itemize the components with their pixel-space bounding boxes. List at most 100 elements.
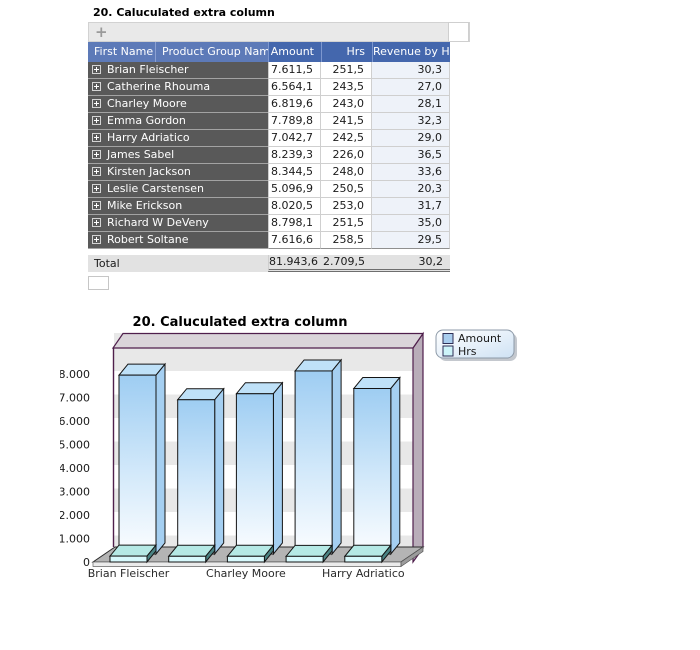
chart-title: 20. Caluculated extra column (133, 315, 348, 330)
expand-row-button[interactable] (92, 218, 101, 227)
page: 20. Caluculated extra column + First Nam… (0, 0, 700, 650)
revenue-cell: 29,5 (372, 232, 450, 249)
y-tick-label: 3.000 (60, 486, 90, 499)
legend-hrs-marker (443, 346, 453, 356)
x-tick-label: Harry Adriatico (322, 567, 405, 580)
column-header-revenue[interactable]: Revenue by Hour (372, 42, 450, 62)
add-column-button[interactable]: + (95, 23, 108, 41)
amount-cell: 5.096,9 (268, 181, 321, 198)
revenue-cell: 31,7 (372, 198, 450, 215)
revenue-cell: 28,1 (372, 96, 450, 113)
table-row: Leslie Carstensen5.096,9250,520,3 (88, 181, 450, 198)
revenue-cell: 29,0 (372, 130, 450, 147)
row-label-cell[interactable]: Kirsten Jackson (88, 164, 268, 181)
amount-cell: 6.819,6 (268, 96, 321, 113)
toolbar-empty-cell (448, 22, 469, 42)
row-label-cell[interactable]: James Sabel (88, 147, 268, 164)
amount-cell: 7.789,8 (268, 113, 321, 130)
table-row: Kirsten Jackson8.344,5248,033,6 (88, 164, 450, 181)
total-row: Total 81.943,6 2.709,5 30,2 (88, 255, 450, 272)
expand-row-button[interactable] (92, 116, 101, 125)
hrs-bar (169, 556, 206, 562)
expand-row-button[interactable] (92, 99, 101, 108)
pager-empty-box (88, 276, 109, 290)
hrs-cell: 248,0 (321, 164, 372, 181)
y-tick-label: 4.000 (60, 462, 90, 475)
revenue-cell: 27,0 (372, 79, 450, 96)
hrs-cell: 251,5 (321, 62, 372, 79)
amount-cell: 6.564,1 (268, 79, 321, 96)
expand-row-button[interactable] (92, 235, 101, 244)
chart-floor-front (93, 562, 401, 567)
legend-amount-label: Amount (458, 332, 502, 345)
revenue-cell: 33,6 (372, 164, 450, 181)
row-label-cell[interactable]: Catherine Rhouma (88, 79, 268, 96)
table-row: Harry Adriatico7.042,7242,529,0 (88, 130, 450, 147)
amount-cell: 8.239,3 (268, 147, 321, 164)
amount-cell: 7.042,7 (268, 130, 321, 147)
legend-hrs-label: Hrs (458, 345, 477, 358)
column-header-amount[interactable]: Amount (268, 42, 321, 62)
expand-row-button[interactable] (92, 133, 101, 142)
amount-cell: 8.020,5 (268, 198, 321, 215)
expand-row-button[interactable] (92, 65, 101, 74)
table-row: Brian Fleischer7.611,5251,530,3 (88, 62, 450, 79)
amount-bar-side (215, 389, 224, 554)
revenue-cell: 35,0 (372, 215, 450, 232)
amount-bar (236, 394, 273, 554)
hrs-cell: 250,5 (321, 181, 372, 198)
amount-bar-side (156, 364, 165, 554)
row-label-cell[interactable]: Harry Adriatico (88, 130, 268, 147)
row-label-cell[interactable]: Emma Gordon (88, 113, 268, 130)
column-header-first-name[interactable]: First Name (88, 42, 156, 62)
table-row: Robert Soltane7.616,6258,529,5 (88, 232, 450, 249)
revenue-cell: 30,3 (372, 62, 450, 79)
legend-amount-marker (443, 334, 453, 344)
expand-row-button[interactable] (92, 201, 101, 210)
amount-bar (119, 375, 156, 554)
row-label-cell[interactable]: Leslie Carstensen (88, 181, 268, 198)
column-header-product-group[interactable]: Product Group Name (156, 42, 268, 62)
table-toolbar: + (88, 22, 470, 42)
hrs-bar (286, 556, 323, 562)
total-label: Total (88, 255, 268, 272)
hrs-cell: 241,5 (321, 113, 372, 130)
hrs-bar (110, 556, 147, 562)
total-hrs-cell: 2.709,5 (321, 255, 372, 272)
pivot-table: + First Name Product Group Name Amount H… (88, 22, 471, 290)
amount-cell: 8.798,1 (268, 215, 321, 232)
row-label-cell[interactable]: Mike Erickson (88, 198, 268, 215)
table-header: First Name Product Group Name Amount Hrs… (88, 42, 450, 62)
amount-cell: 8.344,5 (268, 164, 321, 181)
hrs-bar (345, 556, 382, 562)
table-title: 20. Caluculated extra column (93, 6, 275, 19)
table-body: Brian Fleischer7.611,5251,530,3Catherine… (88, 62, 471, 249)
hrs-cell: 253,0 (321, 198, 372, 215)
row-label-cell[interactable]: Robert Soltane (88, 232, 268, 249)
table-row: Charley Moore6.819,6243,028,1 (88, 96, 450, 113)
total-amount-cell: 81.943,6 (268, 255, 321, 272)
amount-bar (178, 400, 215, 554)
hrs-cell: 258,5 (321, 232, 372, 249)
y-tick-label: 6.000 (60, 415, 90, 428)
amount-bar (295, 371, 332, 554)
table-row: Emma Gordon7.789,8241,532,3 (88, 113, 450, 130)
x-tick-label: Brian Fleischer (88, 567, 170, 580)
y-tick-label: 7.000 (60, 392, 90, 405)
chart-right-wall (413, 334, 423, 563)
amount-bar-side (391, 377, 400, 554)
table-row: Mike Erickson8.020,5253,031,7 (88, 198, 450, 215)
expand-row-button[interactable] (92, 167, 101, 176)
row-label-cell[interactable]: Charley Moore (88, 96, 268, 113)
expand-row-button[interactable] (92, 82, 101, 91)
y-tick-label: 5.000 (60, 439, 90, 452)
expand-row-button[interactable] (92, 184, 101, 193)
chart-top-frame (113, 334, 423, 349)
column-header-hrs[interactable]: Hrs (321, 42, 372, 62)
revenue-cell: 32,3 (372, 113, 450, 130)
row-label-cell[interactable]: Richard W DeVeny (88, 215, 268, 232)
expand-row-button[interactable] (92, 150, 101, 159)
row-label-cell[interactable]: Brian Fleischer (88, 62, 268, 79)
bar-chart: 01.0002.0003.0004.0005.0006.0007.0008.00… (60, 312, 530, 602)
hrs-bar (227, 556, 264, 562)
